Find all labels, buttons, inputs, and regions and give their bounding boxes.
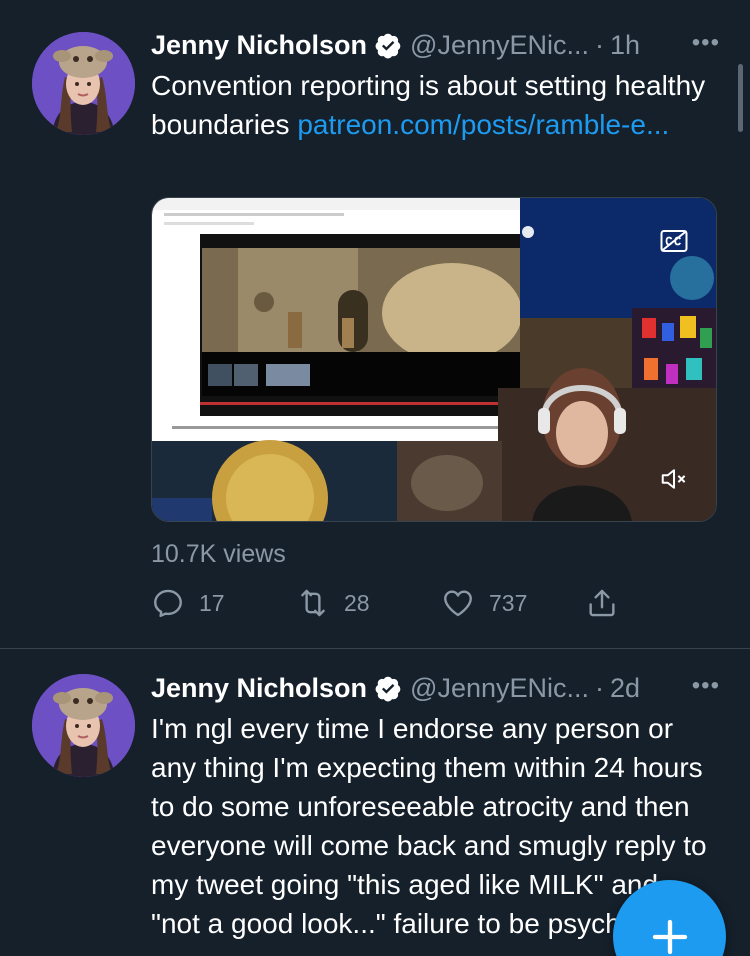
- mute-icon[interactable]: [659, 464, 689, 494]
- retweet-button[interactable]: 28: [296, 586, 370, 620]
- tweet-header: Jenny Nicholson @JennyENic... · 1h •••: [151, 27, 720, 63]
- timeline: Jenny Nicholson @JennyENic... · 1h ••• C…: [0, 0, 750, 956]
- tweet-link[interactable]: patreon.com/posts/ramble-e...: [297, 109, 669, 140]
- separator-dot: ·: [595, 29, 605, 60]
- share-button[interactable]: [585, 586, 633, 620]
- tweet-text: Convention reporting is about setting he…: [151, 66, 710, 144]
- retweet-count: 28: [344, 589, 370, 616]
- scrollbar[interactable]: [738, 64, 743, 132]
- like-button[interactable]: 737: [441, 586, 527, 620]
- like-count: 737: [489, 589, 528, 616]
- reply-button[interactable]: 17: [151, 586, 225, 620]
- heart-icon: [444, 590, 472, 617]
- retweet-icon: [301, 589, 325, 617]
- plus-icon: [652, 919, 688, 955]
- share-icon: [589, 589, 615, 617]
- more-options-icon[interactable]: •••: [692, 29, 720, 57]
- video-frame: [152, 198, 716, 521]
- verified-badge-icon: [375, 676, 401, 701]
- author-name[interactable]: Jenny Nicholson: [151, 673, 367, 704]
- tweet[interactable]: Jenny Nicholson @JennyENic... · 1h ••• C…: [0, 0, 750, 648]
- reply-count: 17: [199, 589, 225, 616]
- reply-icon: [154, 589, 182, 617]
- tweet-actions: 17 28 737: [151, 586, 631, 622]
- more-options-icon[interactable]: •••: [692, 672, 720, 700]
- author-handle[interactable]: @JennyENic...: [410, 30, 589, 61]
- tweet-header: Jenny Nicholson @JennyENic... · 2d •••: [151, 670, 720, 706]
- closed-captions-icon[interactable]: [659, 226, 689, 256]
- author-handle[interactable]: @JennyENic...: [410, 673, 589, 704]
- avatar[interactable]: [32, 32, 135, 135]
- video-player[interactable]: [151, 197, 717, 522]
- tweet-timestamp[interactable]: 1h: [610, 30, 640, 61]
- tweet-timestamp[interactable]: 2d: [610, 673, 640, 704]
- author-name[interactable]: Jenny Nicholson: [151, 30, 367, 61]
- separator-dot: ·: [595, 672, 605, 703]
- avatar[interactable]: [32, 674, 135, 777]
- verified-badge-icon: [375, 33, 401, 58]
- view-count: 10.7K views: [151, 540, 286, 568]
